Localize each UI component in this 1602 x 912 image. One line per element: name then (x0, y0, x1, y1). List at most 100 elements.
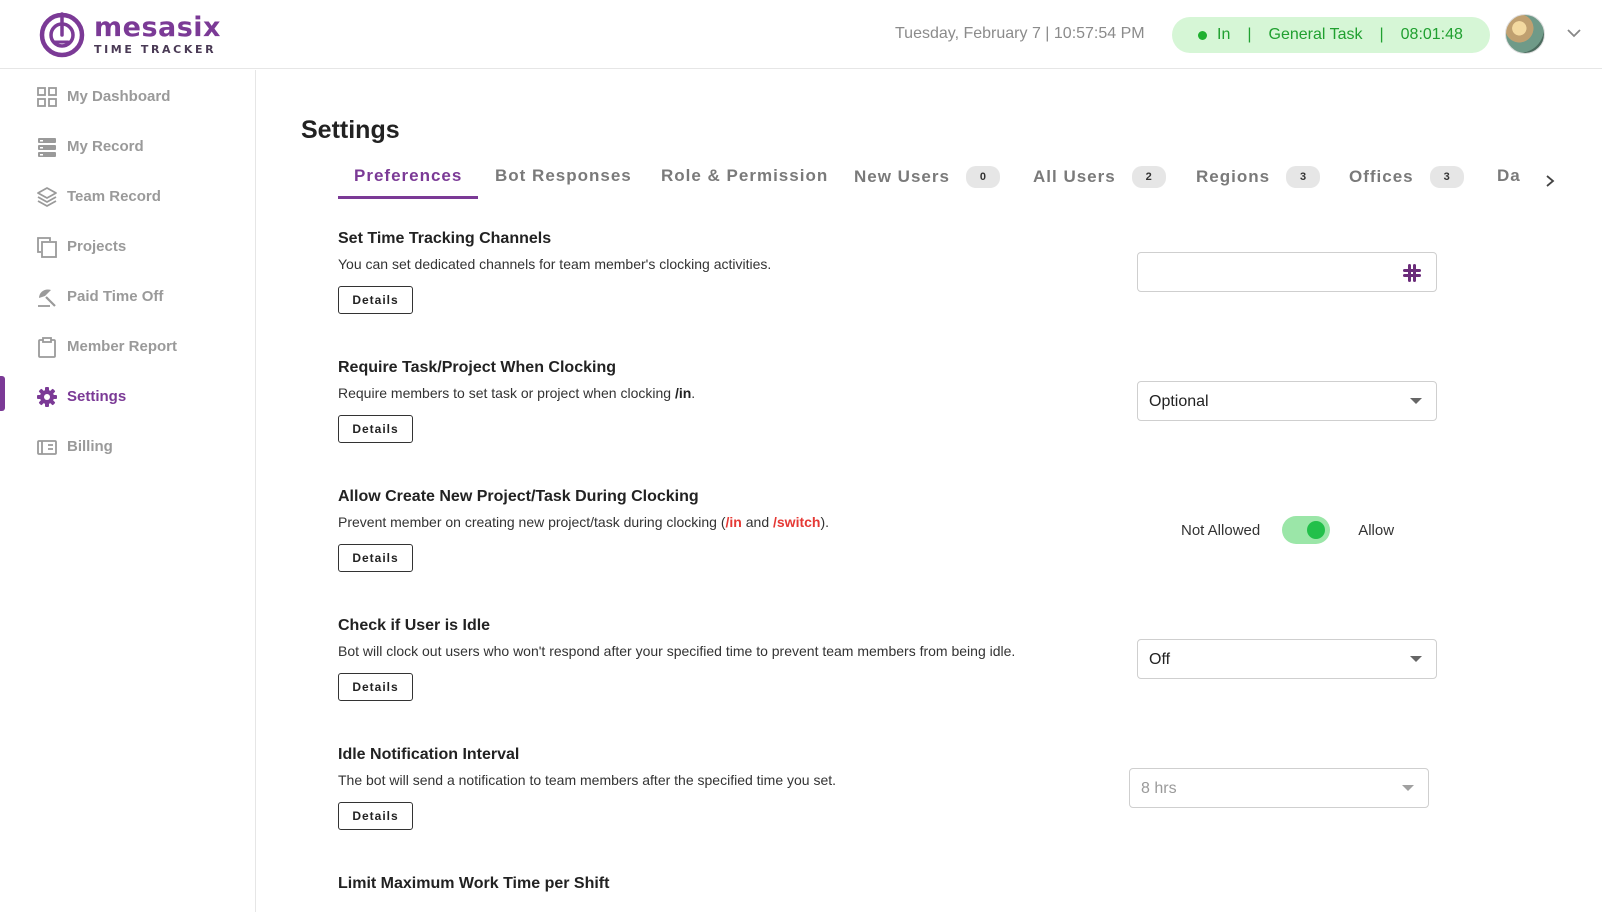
sidebar-item-projects[interactable]: Projects (0, 226, 255, 266)
clipboard-icon (38, 337, 56, 358)
sidebar-item-billing[interactable]: Billing (0, 426, 255, 466)
idle-interval-select[interactable]: 8 hrs (1129, 768, 1429, 808)
sidebar-item-label: My Dashboard (67, 88, 171, 105)
setting-title: Check if User is Idle (338, 617, 491, 634)
tab-label: New Users (854, 167, 950, 186)
tab-label: All Users (1033, 167, 1116, 186)
tab-label: Regions (1196, 167, 1271, 186)
count-badge: 3 (1286, 166, 1321, 188)
brand-tagline: TIME TRACKER (94, 42, 217, 56)
tab-label: Bot Responses (495, 166, 632, 185)
grid-icon (37, 87, 57, 107)
current-datetime: Tuesday, February 7 | 10:57:54 PM (895, 25, 1145, 42)
setting-title: Idle Notification Interval (338, 746, 520, 763)
settings-tabs: Preferences Bot Responses Role & Permiss… (266, 158, 1578, 200)
dropdown-caret-icon (1410, 398, 1422, 404)
status-task: General Task (1268, 26, 1363, 43)
page-title: Settings (301, 116, 400, 144)
billing-icon (37, 440, 57, 455)
toggle-knob (1307, 521, 1326, 539)
allow-create-toggle[interactable] (1282, 516, 1331, 544)
user-avatar[interactable] (1505, 14, 1545, 54)
command-switch: /switch (773, 514, 821, 530)
setting-title: Set Time Tracking Channels (338, 230, 552, 247)
command-in: /in (725, 514, 742, 530)
count-badge: 2 (1131, 166, 1166, 188)
sidebar-item-my-dashboard[interactable]: My Dashboard (0, 76, 255, 116)
count-badge: 3 (1429, 166, 1464, 188)
brand-name: mesasix (94, 11, 221, 43)
tab-bot-responses[interactable]: Bot Responses (495, 166, 632, 186)
count-badge: 0 (965, 166, 1000, 188)
tab-label: Da (1497, 166, 1521, 185)
status-timer: 08:01:48 (1400, 26, 1463, 43)
details-button[interactable]: Details (338, 802, 413, 830)
desc-text: ). (820, 514, 830, 530)
active-indicator (0, 376, 5, 411)
chevron-right-icon[interactable] (1543, 174, 1557, 188)
sidebar-item-label: Paid Time Off (67, 288, 164, 305)
tab-truncated[interactable]: Da (1497, 166, 1521, 186)
setting-title: Limit Maximum Work Time per Shift (338, 875, 610, 892)
sidebar-item-label: Billing (67, 438, 113, 455)
clock-status-pill[interactable]: In | General Task | 08:01:48 (1172, 17, 1490, 53)
require-task-select[interactable]: Optional (1137, 381, 1437, 421)
status-dot-icon (1198, 30, 1207, 40)
sidebar: My Dashboard My Record Team Record Proje… (0, 70, 256, 912)
top-header: mesasix TIME TRACKER Tuesday, February 7… (0, 0, 1602, 69)
tab-regions[interactable]: Regions 3 (1196, 166, 1321, 188)
status-state: In (1217, 26, 1231, 43)
details-button[interactable]: Details (338, 286, 413, 314)
sidebar-item-paid-time-off[interactable]: Paid Time Off (0, 276, 255, 316)
allow-create-toggle-row: Not Allowed Allow (1181, 516, 1394, 544)
sidebar-item-label: Member Report (67, 338, 178, 355)
tab-label: Offices (1349, 167, 1414, 186)
select-value: Off (1149, 651, 1171, 668)
details-button[interactable]: Details (338, 673, 413, 701)
sidebar-item-label: Projects (67, 238, 127, 255)
tab-role-permission[interactable]: Role & Permission (661, 166, 828, 186)
dropdown-caret-icon (1410, 656, 1422, 662)
details-button[interactable]: Details (338, 415, 413, 443)
sidebar-item-label: Team Record (67, 188, 161, 205)
server-icon (38, 138, 56, 157)
tab-preferences[interactable]: Preferences (354, 166, 462, 186)
desc-text: Prevent member on creating new project/t… (338, 514, 726, 530)
chevron-down-icon[interactable] (1565, 26, 1583, 40)
toggle-off-label: Not Allowed (1181, 521, 1261, 539)
slack-icon (1403, 264, 1421, 282)
tab-new-users[interactable]: New Users 0 (854, 166, 1000, 188)
settings-page: Settings Preferences Bot Responses Role … (266, 80, 1578, 912)
setting-max-work-time: Limit Maximum Work Time per Shift (338, 875, 1438, 893)
idle-check-select[interactable]: Off (1137, 639, 1437, 679)
desc-text: and (741, 514, 773, 530)
desc-text: . (691, 385, 696, 401)
channels-input[interactable] (1137, 252, 1437, 292)
sidebar-item-label: Settings (67, 388, 127, 405)
active-tab-underline (338, 196, 478, 199)
tab-all-users[interactable]: All Users 2 (1033, 166, 1166, 188)
select-value: 8 hrs (1141, 780, 1177, 797)
sidebar-item-my-record[interactable]: My Record (0, 126, 255, 166)
sidebar-item-settings[interactable]: Settings (0, 376, 255, 416)
toggle-on-label: Allow (1358, 521, 1395, 539)
tab-label: Role & Permission (661, 166, 829, 185)
status-separator: | (1379, 26, 1384, 43)
brand-logo[interactable]: mesasix TIME TRACKER (38, 10, 221, 58)
gear-icon (37, 387, 57, 407)
setting-title: Allow Create New Project/Task During Clo… (338, 488, 699, 505)
desc-text: Require members to set task or project w… (338, 385, 675, 401)
sidebar-item-member-report[interactable]: Member Report (0, 326, 255, 366)
sidebar-item-team-record[interactable]: Team Record (0, 176, 255, 216)
details-button[interactable]: Details (338, 544, 413, 572)
stopwatch-logo-icon (39, 12, 85, 58)
dropdown-caret-icon (1402, 785, 1414, 791)
status-separator: | (1247, 26, 1252, 43)
tab-label: Preferences (354, 166, 463, 185)
select-value: Optional (1149, 393, 1209, 410)
command-in: /in (674, 385, 692, 401)
beach-umbrella-icon (38, 289, 56, 307)
tab-offices[interactable]: Offices 3 (1349, 166, 1464, 188)
copy-icon (37, 237, 57, 258)
setting-title: Require Task/Project When Clocking (338, 359, 616, 376)
